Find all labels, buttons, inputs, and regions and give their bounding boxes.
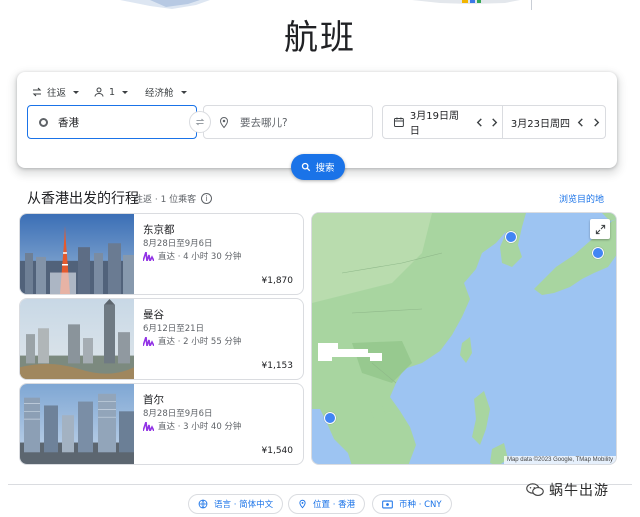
depart-date-field[interactable]: 3月19日周日 [383,106,503,138]
destination-input[interactable]: 要去哪儿? [203,105,373,139]
date-range-input: 3月19日周日 3月23日周四 [382,105,606,139]
destination-placeholder: 要去哪儿? [240,116,288,129]
location-pin-icon [219,116,229,128]
destinations-map[interactable]: Map data ©2023 Google, TMap Mobility [311,212,617,465]
flight-summary: 直达 · 4 小时 30 分钟 [158,252,242,262]
section-meta: 往返 · 1 位乘客 i [134,192,213,205]
flight-summary: 直达 · 3 小时 40 分钟 [158,422,242,432]
explore-destinations-link[interactable]: 浏览目的地 [559,192,604,205]
chevron-left-icon[interactable] [472,115,486,129]
map-marker-tokyo[interactable] [592,247,604,259]
language-label: 语言 · 简体中文 [214,500,274,510]
destination-name: 东京都 [143,224,175,236]
flight-info: 直达 · 4 小时 30 分钟 [143,250,241,262]
trip-summary: 往返 · 1 位乘客 [134,195,197,205]
tokyo-photo [20,214,134,294]
flight-info: 直达 · 2 小时 55 分钟 [143,335,241,347]
destination-name: 首尔 [143,394,164,406]
airline-logo-icon [143,251,154,261]
origin-input[interactable]: 香港 [27,105,197,139]
destination-dates: 8月28日至9月6日 [143,409,213,419]
chevron-down-icon [73,90,80,94]
currency-icon [382,500,393,508]
swap-arrows-icon [32,87,42,97]
destination-dates: 6月12日至21日 [143,324,205,334]
watermark-text: 蜗牛出游 [549,483,609,499]
currency-label: 币种 · CNY [399,500,442,510]
flight-summary: 直达 · 2 小时 55 分钟 [158,337,242,347]
destination-card-bangkok[interactable]: 曼谷 6月12日至21日 直达 · 2 小时 55 分钟 ¥1,153 [19,298,304,380]
origin-ring-icon [39,117,48,127]
expand-map-button[interactable] [590,219,610,239]
search-button-label: 搜索 [315,163,335,174]
person-icon [94,87,104,97]
swap-locations-button[interactable] [189,111,211,133]
price: ¥1,540 [261,446,294,456]
destination-card-tokyo[interactable]: 东京都 8月28日至9月6日 直达 · 4 小时 30 分钟 ¥1,870 [19,213,304,295]
trip-type-label: 往返 [47,88,67,99]
expand-icon [595,224,605,234]
currency-chip[interactable]: 币种 · CNY [372,494,452,514]
bangkok-photo [20,299,134,379]
depart-date: 3月19日周日 [409,111,459,137]
origin-value: 香港 [58,116,79,129]
search-icon [302,162,311,172]
map-credit: Map data ©2023 Google, TMap Mobility [503,456,616,464]
location-pin-icon [299,499,306,509]
seoul-photo [20,384,134,464]
map-terrain [312,213,616,464]
language-chip[interactable]: 语言 · 简体中文 [188,494,284,514]
cabin-class-select[interactable]: 经济舱 [145,82,187,102]
wechat-icon [526,483,544,496]
destination-dates: 8月28日至9月6日 [143,239,213,249]
passenger-select[interactable]: 1 [93,82,129,102]
chevron-right-icon[interactable] [589,115,603,129]
price: ¥1,870 [261,276,294,286]
chevron-down-icon [180,90,187,94]
destination-card-seoul[interactable]: 首尔 8月28日至9月6日 直达 · 3 小时 40 分钟 ¥1,540 [19,383,304,465]
destination-name: 曼谷 [143,309,164,321]
location-label: 位置 · 香港 [313,500,356,510]
section-title: 从香港出发的行程 [27,191,139,207]
airline-logo-icon [143,336,154,346]
info-icon[interactable]: i [201,193,213,204]
cabin-class-label: 经济舱 [145,88,174,99]
passenger-count: 1 [109,86,116,98]
flight-info: 直达 · 3 小时 40 分钟 [143,420,241,432]
swap-arrows-icon [195,118,205,126]
chevron-right-icon[interactable] [488,115,502,129]
chevron-down-icon [122,90,129,94]
map-marker-seoul[interactable] [505,231,517,243]
trip-type-select[interactable]: 往返 [31,82,80,102]
calendar-icon [393,117,404,127]
chevron-left-icon[interactable] [573,115,587,129]
location-chip[interactable]: 位置 · 香港 [288,494,366,514]
page-title: 航班 [284,18,356,58]
airline-logo-icon [143,421,154,431]
price: ¥1,153 [261,361,294,371]
watermark: 蜗牛出游 [526,480,609,500]
return-date: 3月23日周四 [510,118,571,130]
return-date-field[interactable]: 3月23日周四 [503,106,605,138]
map-marker-bangkok[interactable] [324,412,336,424]
search-button[interactable]: 搜索 [291,154,345,180]
globe-icon [198,499,208,509]
